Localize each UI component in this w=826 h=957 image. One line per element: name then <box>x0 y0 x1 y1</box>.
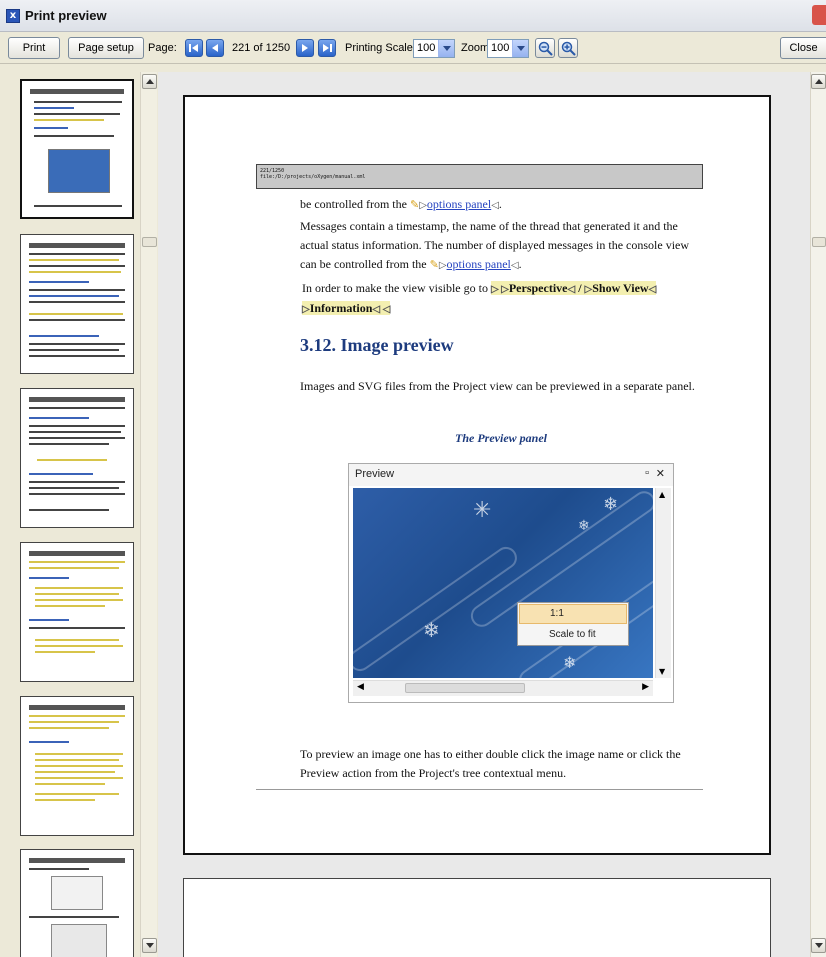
print-button[interactable]: Print <box>8 37 60 59</box>
toolbar: Print Page setup Page: 221 of 1250 Print… <box>0 33 826 64</box>
context-menu-item-1-1[interactable]: 1:1 <box>519 604 627 624</box>
scroll-thumb[interactable] <box>812 237 826 247</box>
close-icon: ✕ <box>655 468 665 480</box>
close-button[interactable]: Close <box>780 37 826 59</box>
last-page-icon[interactable] <box>318 39 336 57</box>
scroll-thumb[interactable] <box>142 237 157 247</box>
pencil-icon: ✎ <box>429 259 439 271</box>
thumbnail-page[interactable] <box>20 234 134 374</box>
preview-scrollbar[interactable] <box>810 72 826 957</box>
scroll-left-icon: ◀ <box>357 682 364 692</box>
printing-scale-select[interactable]: 100 <box>413 39 455 58</box>
options-panel-link[interactable]: options panel <box>447 257 511 271</box>
chevron-down-icon[interactable] <box>512 40 528 57</box>
page-preview-area: 221/1250 file:/D:/projects/oXygen/manual… <box>158 72 810 957</box>
paragraph: Messages contain a timestamp, the name o… <box>300 219 690 271</box>
app-icon: x <box>6 9 20 23</box>
thumbnail-page[interactable] <box>20 79 134 219</box>
paragraph: Images and SVG files from the Project vi… <box>300 379 695 393</box>
scroll-down-icon[interactable] <box>811 938 826 953</box>
printing-scale-label: Printing Scale <box>345 42 413 54</box>
thumbnail-page[interactable] <box>20 542 134 682</box>
scroll-down-icon[interactable] <box>142 938 157 953</box>
preview-vertical-scrollbar: ▲ ▼ <box>655 488 671 678</box>
chevron-down-icon[interactable] <box>438 40 454 57</box>
perspective-text: Perspective <box>508 281 568 295</box>
scroll-right-icon: ▶ <box>642 682 649 692</box>
window-close-button[interactable] <box>812 5 826 25</box>
page-setup-button[interactable]: Page setup <box>68 37 144 59</box>
context-menu-item-scale-to-fit[interactable]: Scale to fit <box>519 625 627 645</box>
maximize-icon: ▫ <box>645 467 649 479</box>
preview-page <box>183 878 771 957</box>
thumbnail-page[interactable] <box>20 388 134 528</box>
title-bar: x Print preview <box>0 0 826 32</box>
window-title: Print preview <box>25 8 107 23</box>
preview-image: ❄ ❄ ✳ ❄ ❄ 1:1 Scale to fit <box>353 488 653 678</box>
scroll-up-icon[interactable] <box>811 74 826 89</box>
pencil-icon: ✎ <box>409 199 420 211</box>
context-menu: 1:1 Scale to fit <box>517 602 629 646</box>
preview-page: 221/1250 file:/D:/projects/oXygen/manual… <box>183 95 771 855</box>
first-page-icon[interactable] <box>185 39 203 57</box>
information-text: Information <box>309 301 373 315</box>
paragraph: be controlled from the ✎▷options panel◁. <box>300 197 502 211</box>
thumbnail-page[interactable] <box>20 849 134 957</box>
previous-page-icon[interactable] <box>206 39 224 57</box>
options-panel-link[interactable]: options panel <box>427 197 491 211</box>
zoom-out-icon[interactable] <box>535 38 555 58</box>
zoom-select[interactable]: 100 <box>487 39 529 58</box>
thumbnail-page[interactable] <box>20 696 134 836</box>
paragraph: In order to make the view visible go to … <box>302 281 657 315</box>
thumbnail-scrollbar[interactable] <box>140 72 157 957</box>
zoom-in-icon[interactable] <box>558 38 578 58</box>
scroll-up-icon[interactable] <box>142 74 157 89</box>
preview-horizontal-scrollbar: ◀ ▶ <box>353 680 653 696</box>
page-header: 221/1250 file:/D:/projects/oXygen/manual… <box>256 164 703 189</box>
scroll-up-icon: ▲ <box>659 490 666 499</box>
show-view-text: Show View <box>592 281 649 295</box>
preview-panel-screenshot: Preview ▫ ✕ ❄ ❄ ✳ ❄ ❄ 1:1 Scale to fit ▲ <box>348 463 674 703</box>
paragraph: To preview an image one has to either do… <box>300 747 681 780</box>
scroll-down-icon: ▼ <box>659 667 666 676</box>
zoom-label: Zoom <box>461 42 490 54</box>
page-label: Page: <box>148 42 177 54</box>
page-thumbnails <box>0 72 140 957</box>
figure-caption: The Preview panel <box>455 431 547 445</box>
section-title: 3.12. Image preview <box>300 335 454 355</box>
preview-panel-title: Preview ▫ ✕ <box>349 464 673 486</box>
page-indicator: 221 of 1250 <box>232 42 291 54</box>
divider <box>256 789 703 790</box>
next-page-icon[interactable] <box>296 39 314 57</box>
